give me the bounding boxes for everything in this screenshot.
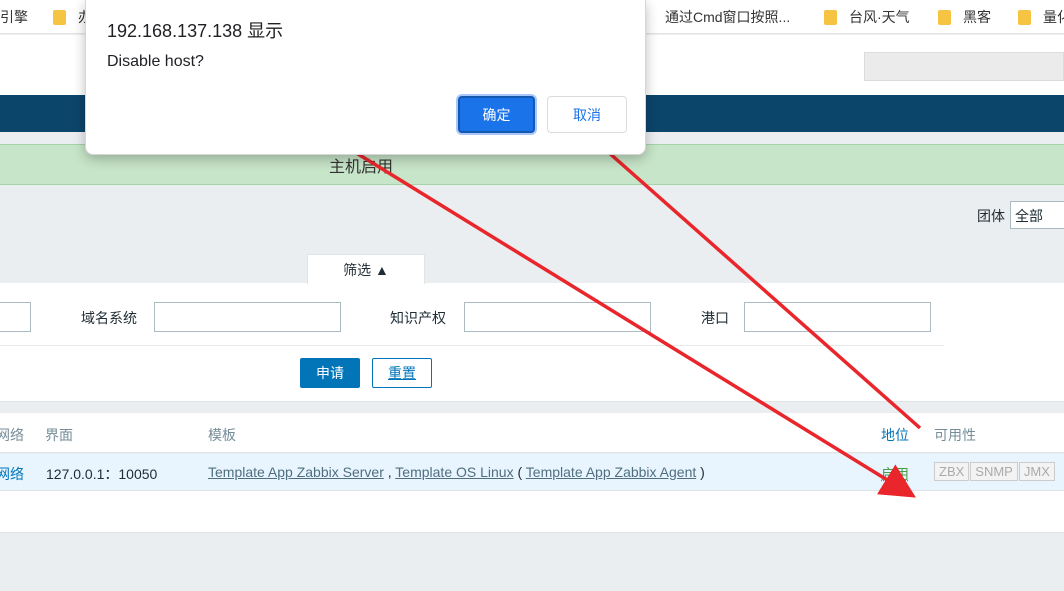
folder-icon [53,9,66,25]
host-network-link[interactable]: 网络 [0,464,24,484]
apply-button[interactable]: 申请 [300,358,360,388]
table-footer [0,491,1064,533]
port-label: 港口 [701,310,729,326]
bookmark-item[interactable]: 引擎 [0,7,28,27]
bookmark-item[interactable]: 通过Cmd窗口按照... [665,7,790,27]
success-message: 主机启用 [329,159,394,176]
name-field[interactable] [0,302,31,332]
group-select[interactable]: 全部 [1010,201,1064,229]
filter-panel [0,283,1064,402]
folder-icon [1018,9,1031,25]
template-link[interactable]: Template OS Linux [395,464,513,480]
search-input[interactable] [864,52,1064,81]
dialog-message: Disable host? [107,53,204,70]
bookmark-item[interactable]: 黑客 [938,7,991,27]
dialog-title: 192.168.137.138 显示 [107,21,284,41]
folder-icon [938,9,951,25]
confirm-dialog: 192.168.137.138 显示 Disable host? 确定 取消 [85,0,646,155]
folder-icon [824,9,837,25]
reset-button[interactable]: 重置 [372,358,432,388]
cancel-button[interactable]: 取消 [547,96,627,133]
group-label: 团体 [977,208,1005,224]
filter-divider [0,345,944,346]
bookmark-item[interactable]: 量化 [1018,7,1064,27]
column-interface: 界面 [45,427,73,443]
jmx-badge: JMX [1018,462,1055,481]
column-status[interactable]: 地位 [881,425,909,445]
filter-tab[interactable]: 筛选 ▲ [307,254,425,284]
dns-field[interactable] [154,302,341,332]
host-interface: 127.0.0.1：10050 [46,466,158,482]
page-title-row [0,186,1064,240]
ip-field[interactable] [464,302,651,332]
template-link[interactable]: Template App Zabbix Server [208,464,384,480]
host-status-toggle[interactable]: 启用 [881,464,909,484]
snmp-badge: SNMP [970,462,1018,481]
column-availability: 可用性 [934,427,976,443]
zbx-badge: ZBX [934,462,970,481]
port-field[interactable] [744,302,931,332]
availability-badges: ZBX SNMP JMX [934,462,1056,481]
dns-label: 域名系统 [81,310,137,326]
ok-button[interactable]: 确定 [458,96,535,133]
column-network: 网络 [0,427,24,443]
template-link[interactable]: Template App Zabbix Agent [526,464,696,480]
bookmark-item[interactable]: 台风·天气 [824,7,910,27]
host-templates: Template App Zabbix Server , Template OS… [208,464,705,480]
ip-label: 知识产权 [390,310,446,326]
column-templates: 模板 [208,427,236,443]
